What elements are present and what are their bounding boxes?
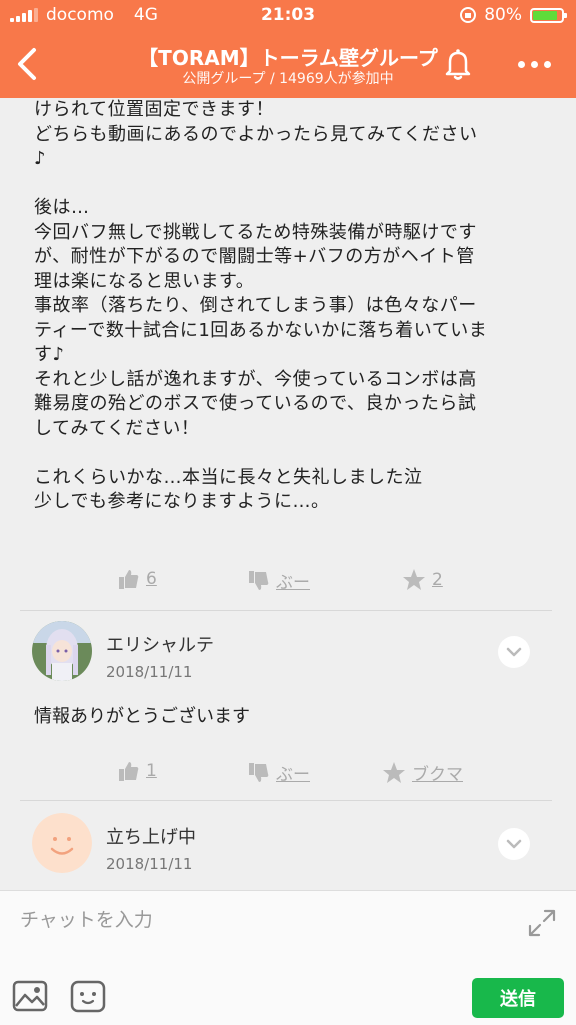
more-options-button[interactable] xyxy=(508,46,560,82)
avatar[interactable] xyxy=(32,621,92,681)
post-body: けられて位置固定できます！ どちらも動画にあるのでよかったら見てみてください ♪… xyxy=(34,99,488,512)
comment-header: エリシャルテ 2018/11/11 xyxy=(0,621,576,691)
image-upload-button[interactable] xyxy=(12,979,48,1015)
battery-percent: 80% xyxy=(484,5,522,25)
comment-body: 情報ありがとうございます xyxy=(34,706,250,727)
orientation-lock-icon xyxy=(460,7,477,23)
smiley-avatar-icon xyxy=(32,813,92,873)
group-title: 【TORAM】トーラム壁グループ xyxy=(138,46,438,70)
thumbs-down-icon xyxy=(249,570,269,590)
bookmark-count: 2 xyxy=(432,570,443,590)
app-header: docomo 4G 21:03 80% 【TORAM】トーラム壁グループ 公開グ… xyxy=(0,0,576,98)
comment-author[interactable]: エリシャルテ xyxy=(106,631,214,657)
battery-icon xyxy=(530,7,567,23)
more-dot-icon xyxy=(530,60,538,68)
bell-icon xyxy=(445,49,471,80)
chat-input-bar: チャットを入力 送信 xyxy=(0,890,576,1025)
comment-header: 立ち上げ中 2018/11/11 xyxy=(0,813,576,883)
notification-button[interactable] xyxy=(438,44,478,84)
stamp-button[interactable] xyxy=(70,979,106,1015)
dislike-button[interactable]: ぶー xyxy=(248,568,310,593)
send-button[interactable]: 送信 xyxy=(472,978,564,1018)
comment-menu-button[interactable] xyxy=(498,636,530,668)
star-icon xyxy=(403,569,425,590)
like-count: 6 xyxy=(146,569,157,589)
dislike-label: ぶー xyxy=(276,765,310,785)
group-subtitle: 公開グループ / 14969人が参加中 xyxy=(182,71,394,87)
bookmark-button[interactable]: ブクマ xyxy=(382,760,463,785)
thread-content[interactable]: けられて位置固定できます！ どちらも動画にあるのでよかったら見てみてください ♪… xyxy=(0,98,576,890)
comment-author[interactable]: 立ち上げ中 xyxy=(106,823,196,849)
divider xyxy=(20,610,552,611)
comment-reactions: 1 ぶー ブクマ xyxy=(0,752,576,792)
like-button[interactable]: 1 xyxy=(118,760,157,782)
thumbs-down-icon xyxy=(249,762,269,782)
image-icon xyxy=(12,980,48,1012)
more-dot-icon xyxy=(543,60,551,68)
like-button[interactable]: 6 xyxy=(118,568,157,590)
avatar[interactable] xyxy=(32,813,92,873)
thumbs-up-icon xyxy=(119,570,139,589)
chevron-down-icon xyxy=(506,647,522,657)
chat-input[interactable]: チャットを入力 xyxy=(20,905,153,932)
like-count: 1 xyxy=(146,761,157,781)
dislike-button[interactable]: ぶー xyxy=(248,760,310,785)
expand-input-button[interactable] xyxy=(526,907,558,939)
comment-date: 2018/11/11 xyxy=(106,855,193,873)
emoji-icon xyxy=(70,980,106,1013)
more-dot-icon xyxy=(517,60,525,68)
chevron-down-icon xyxy=(506,839,522,849)
comment-date: 2018/11/11 xyxy=(106,663,193,681)
comment-menu-button[interactable] xyxy=(498,828,530,860)
star-icon xyxy=(383,761,405,783)
divider xyxy=(20,800,552,801)
post-reactions: 6 ぶー 2 xyxy=(0,560,576,600)
expand-arrows-icon xyxy=(528,909,556,937)
dislike-label: ぶー xyxy=(276,573,310,593)
anime-avatar-image xyxy=(32,621,92,681)
status-bar: docomo 4G 21:03 80% xyxy=(0,0,576,32)
bookmark-button[interactable]: 2 xyxy=(402,568,443,592)
thumbs-up-icon xyxy=(119,762,139,781)
bookmark-label: ブクマ xyxy=(412,765,463,785)
